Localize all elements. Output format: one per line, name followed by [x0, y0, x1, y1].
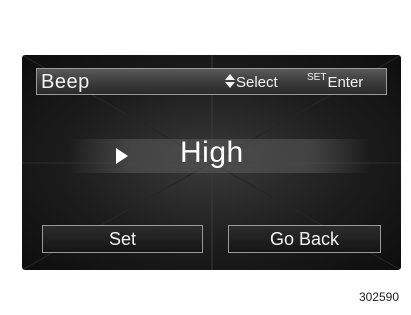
set-superscript: SET — [307, 72, 327, 83]
up-down-arrows-icon — [225, 74, 235, 89]
figure-code: 302590 — [358, 290, 399, 304]
value-selector[interactable]: High — [70, 136, 370, 173]
set-button[interactable]: Set — [42, 225, 203, 253]
display-screen: Beep Select SETEnter High Set Go Back — [22, 55, 401, 270]
select-hint-label: Select — [236, 74, 278, 91]
enter-hint: SETEnter — [307, 72, 364, 91]
current-value: High — [180, 136, 244, 169]
enter-hint-label: Enter — [327, 74, 364, 91]
header-bar: Beep Select SETEnter — [36, 68, 387, 95]
selection-pointer-icon — [116, 148, 128, 164]
go-back-button[interactable]: Go Back — [228, 225, 381, 253]
screen-title: Beep — [41, 71, 90, 93]
select-hint: Select — [225, 74, 278, 91]
